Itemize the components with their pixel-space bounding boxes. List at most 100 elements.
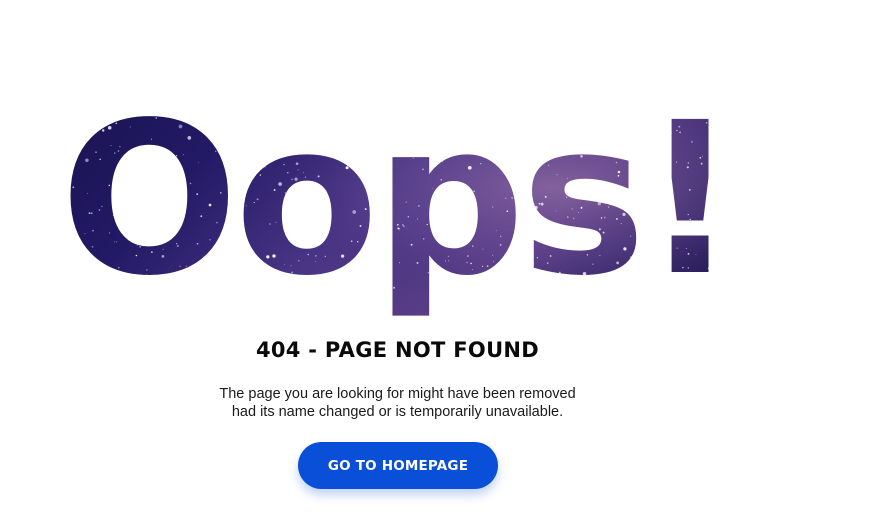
star: [500, 235, 502, 237]
star: [692, 281, 694, 283]
star: [422, 237, 425, 240]
star: [466, 277, 468, 279]
star: [689, 327, 693, 331]
star: [710, 147, 713, 149]
star: [108, 328, 111, 331]
star: [641, 104, 644, 106]
star: [91, 121, 94, 124]
star: [636, 319, 638, 321]
go-to-homepage-button[interactable]: GO TO HOMEPAGE: [298, 442, 498, 489]
star: [549, 255, 552, 257]
star: [586, 254, 589, 256]
star: [675, 161, 678, 163]
star: [165, 297, 167, 300]
star: [667, 245, 670, 247]
star: [526, 300, 530, 305]
star: [240, 198, 242, 201]
star: [344, 117, 347, 120]
star: [624, 122, 627, 126]
star: [694, 233, 696, 236]
star: [37, 157, 38, 158]
star: [575, 295, 577, 297]
star: [411, 121, 413, 124]
star: [552, 325, 554, 327]
star: [755, 146, 756, 147]
star: [572, 137, 576, 141]
star: [661, 133, 665, 137]
star: [179, 102, 181, 104]
star: [651, 256, 654, 259]
star: [245, 205, 247, 207]
star: [352, 210, 357, 214]
star: [632, 206, 635, 209]
star: [626, 140, 628, 143]
star: [633, 154, 636, 157]
star: [89, 312, 92, 314]
star: [68, 165, 70, 167]
star: [47, 124, 48, 125]
star: [97, 114, 99, 116]
star: [603, 152, 606, 155]
star: [388, 142, 391, 145]
star: [187, 136, 192, 140]
star: [760, 311, 762, 313]
star: [65, 311, 67, 314]
star: [350, 240, 353, 242]
star: [358, 135, 361, 138]
star: [418, 205, 420, 207]
star: [244, 103, 246, 105]
star: [158, 175, 161, 177]
star: [482, 275, 484, 277]
star: [454, 105, 457, 107]
star: [727, 205, 729, 207]
star: [687, 267, 690, 269]
star: [658, 211, 660, 213]
star: [364, 208, 367, 211]
star: [704, 276, 705, 278]
star: [663, 168, 666, 171]
star: [464, 293, 467, 296]
star: [332, 117, 334, 119]
star: [527, 240, 530, 243]
star: [295, 182, 298, 185]
star: [241, 271, 244, 274]
star: [696, 113, 698, 116]
star: [633, 202, 635, 204]
star: [145, 274, 148, 277]
star: [487, 126, 490, 129]
star: [512, 275, 514, 277]
star: [643, 188, 645, 190]
star: [512, 150, 514, 153]
star: [756, 146, 758, 148]
star: [86, 138, 88, 140]
star: [269, 223, 271, 225]
star: [616, 298, 617, 299]
star: [273, 189, 276, 191]
star: [682, 105, 685, 107]
star: [385, 151, 387, 153]
star: [626, 306, 630, 309]
star: [737, 156, 738, 157]
star: [29, 212, 31, 214]
star: [49, 113, 51, 115]
star: [31, 292, 32, 293]
star: [534, 205, 538, 210]
star: [178, 106, 181, 109]
star: [304, 176, 307, 178]
star: [711, 282, 714, 284]
star: [110, 145, 112, 147]
star: [665, 259, 667, 260]
star: [339, 282, 341, 284]
star: [659, 169, 662, 172]
star: [175, 106, 178, 108]
star: [172, 182, 174, 184]
star: [453, 188, 456, 191]
error-page: Oops! 404 - PAGE NOT FOUND The page you …: [0, 0, 890, 525]
star: [108, 184, 111, 187]
star: [441, 160, 443, 162]
star: [159, 197, 161, 199]
star: [655, 216, 657, 218]
star: [298, 260, 300, 262]
star: [32, 269, 34, 271]
star: [603, 216, 606, 219]
